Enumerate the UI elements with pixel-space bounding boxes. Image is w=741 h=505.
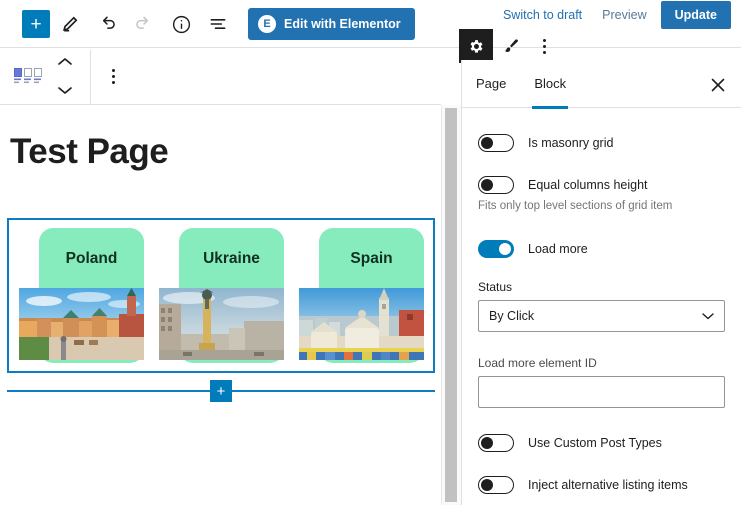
tab-page[interactable]: Page bbox=[462, 60, 520, 108]
settings-sidebar: Page Block Is masonry grid Equal columns… bbox=[461, 60, 741, 505]
wordpress-block-editor: + E Edit with Elementor Switch to draft … bbox=[0, 0, 741, 505]
page-title[interactable]: Test Page bbox=[0, 106, 441, 172]
load-more-element-id-label: Load more element ID bbox=[478, 356, 597, 370]
toggle-label: Equal columns height bbox=[528, 178, 648, 192]
block-inserter-line: + bbox=[7, 380, 435, 402]
canvas-scrollbar-thumb[interactable] bbox=[445, 108, 457, 502]
status-label: Status bbox=[478, 280, 513, 294]
barcelona-park-guell-photo bbox=[299, 288, 424, 360]
toggle-switch[interactable] bbox=[478, 434, 514, 452]
styles-brush-icon[interactable] bbox=[493, 29, 527, 63]
card-title: Spain bbox=[350, 250, 393, 267]
block-more-options-icon[interactable] bbox=[91, 69, 135, 84]
kyiv-independence-monument-photo bbox=[159, 288, 284, 360]
sidebar-body: Is masonry grid Equal columns height Fit… bbox=[462, 108, 741, 505]
toggle-is-masonry-grid[interactable]: Is masonry grid bbox=[478, 122, 725, 164]
listing-card[interactable]: Ukraine bbox=[159, 228, 284, 363]
edit-pencil-icon[interactable] bbox=[53, 7, 87, 41]
card-title: Poland bbox=[65, 250, 118, 267]
toolbar-left-group: + E Edit with Elementor bbox=[0, 0, 415, 48]
editor-top-toolbar: + E Edit with Elementor Switch to draft … bbox=[0, 0, 741, 63]
selected-listing-grid-block[interactable]: Poland Ukraine Spain bbox=[7, 218, 435, 373]
update-button[interactable]: Update bbox=[660, 1, 731, 29]
insert-block-button[interactable]: + bbox=[210, 380, 232, 402]
tab-block[interactable]: Block bbox=[520, 60, 580, 109]
load-more-element-id-input[interactable] bbox=[478, 376, 725, 408]
toggle-switch[interactable] bbox=[478, 240, 514, 258]
close-icon[interactable] bbox=[705, 72, 731, 98]
add-block-button[interactable]: + bbox=[22, 10, 50, 38]
toggle-load-more[interactable]: Load more bbox=[478, 228, 725, 270]
toolbar-right-group: Switch to draft Preview Update bbox=[493, 0, 731, 30]
toggle-switch[interactable] bbox=[478, 476, 514, 494]
editor-canvas: Test Page Poland Ukraine Spain + bbox=[0, 106, 441, 505]
listing-grid-icon[interactable] bbox=[8, 67, 48, 86]
move-up-icon[interactable] bbox=[57, 54, 73, 72]
toggle-switch[interactable] bbox=[478, 134, 514, 152]
elementor-logo-icon: E bbox=[258, 15, 276, 33]
status-selected-value: By Click bbox=[489, 309, 535, 323]
redo-icon[interactable] bbox=[127, 7, 161, 41]
listing-card[interactable]: Spain bbox=[299, 228, 424, 363]
settings-gear-icon[interactable] bbox=[459, 29, 493, 63]
move-down-icon[interactable] bbox=[57, 82, 73, 100]
edit-with-elementor-label: Edit with Elementor bbox=[284, 17, 401, 31]
warsaw-old-town-photo bbox=[19, 288, 144, 360]
toggle-label: Is masonry grid bbox=[528, 136, 614, 150]
status-select[interactable]: By Click bbox=[478, 300, 725, 332]
sidebar-tabs: Page Block bbox=[462, 60, 741, 109]
listing-card[interactable]: Poland bbox=[19, 228, 144, 363]
toggle-inject-alternative-listing-items[interactable]: Inject alternative listing items bbox=[478, 464, 725, 505]
toggle-label: Use Custom Post Types bbox=[528, 436, 662, 450]
toggle-label: Load more bbox=[528, 242, 588, 256]
listing-cards-row: Poland Ukraine Spain bbox=[9, 220, 433, 371]
equal-columns-help-text: Fits only top level sections of grid ite… bbox=[478, 200, 673, 212]
block-toolbar bbox=[0, 49, 441, 105]
chevron-down-icon bbox=[702, 309, 714, 323]
undo-icon[interactable] bbox=[90, 7, 124, 41]
toolbar-settings-group bbox=[459, 29, 561, 63]
block-movers bbox=[48, 54, 82, 100]
more-options-icon[interactable] bbox=[527, 29, 561, 63]
info-icon[interactable] bbox=[164, 7, 198, 41]
preview-button[interactable]: Preview bbox=[592, 1, 656, 29]
switch-to-draft-button[interactable]: Switch to draft bbox=[493, 1, 592, 29]
toggle-switch[interactable] bbox=[478, 176, 514, 194]
edit-with-elementor-button[interactable]: E Edit with Elementor bbox=[248, 8, 415, 40]
card-title: Ukraine bbox=[203, 250, 260, 267]
list-view-icon[interactable] bbox=[201, 7, 235, 41]
toggle-label: Inject alternative listing items bbox=[528, 478, 688, 492]
toggle-use-custom-post-types[interactable]: Use Custom Post Types bbox=[478, 422, 725, 464]
